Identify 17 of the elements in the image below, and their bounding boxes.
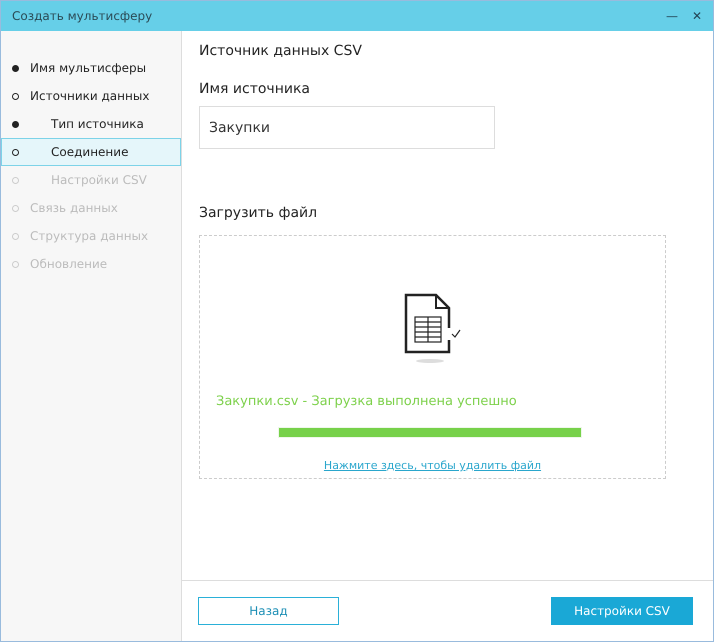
upload-label: Загрузить файл bbox=[199, 205, 318, 221]
next-button[interactable]: Настройки CSV bbox=[551, 597, 693, 625]
back-button[interactable]: Назад bbox=[198, 597, 339, 625]
spreadsheet-file-icon bbox=[402, 292, 462, 364]
minimize-button[interactable]: — bbox=[662, 9, 681, 23]
source-name-field[interactable]: Закупки bbox=[199, 106, 495, 149]
remove-file-link[interactable]: Нажмите здесь, чтобы удалить файл bbox=[324, 459, 542, 472]
field-label: Имя источника bbox=[199, 81, 311, 97]
wizard-step[interactable]: Тип источника bbox=[1, 110, 181, 138]
window-title: Создать мультисферу bbox=[12, 9, 152, 23]
section-heading: Источник данных CSV bbox=[199, 43, 363, 59]
wizard-step[interactable]: Соединение bbox=[1, 138, 181, 166]
wizard-step[interactable]: Источники данных bbox=[1, 82, 181, 110]
drop-zone[interactable]: Закупки.csv - Загрузка выполнена успешно Нажмите здесь, чтобы удалить файл bbox=[199, 235, 666, 479]
upload-status: Закупки.csv - Загрузка выполнена успешно bbox=[216, 394, 517, 409]
close-button[interactable]: ✕ bbox=[688, 9, 705, 23]
wizard-step[interactable]: Имя мультисферы bbox=[1, 54, 181, 82]
